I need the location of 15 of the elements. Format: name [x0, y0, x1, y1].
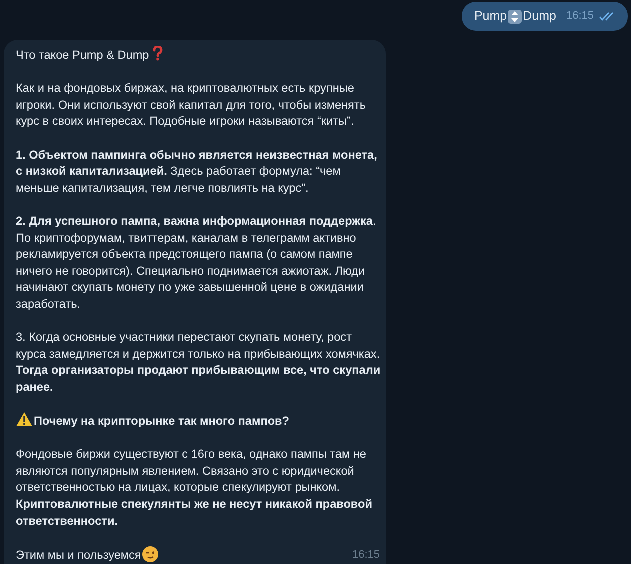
message-paragraph: 1. Объектом пампинга обычно является неизвестная монета, с низкой капитализацией. Здесь работает формула: “чем меньше капитализация, тем легче повлиять на курс”.	[16, 148, 378, 195]
message-text: Pump	[474, 8, 508, 26]
message-paragraph: 3. Когда основные участники перестают скупать монету, рост курса замедляется и держится только на прибывающих хомячках. Тогда организаторы продают прибывающим все, что скупали ранее.	[16, 330, 381, 394]
question-mark-icon	[153, 46, 164, 61]
message-paragraph: Почему на крипторынке так много пампов?	[34, 414, 290, 428]
winking-smiley-icon	[142, 546, 160, 563]
message-paragraph: Фондовые биржи существуют с 16го века, однако пампы там не являются популярным явлением. Связано это с юридической ответственностью на лицах, которые спекулируют рынком. Криптовалютные спекулянты же не несут никакой правовой ответственности.	[16, 447, 372, 528]
message-time: 16:15	[352, 548, 380, 563]
message-paragraph: Что такое Pump & Dump	[16, 48, 150, 62]
warning-icon	[16, 412, 33, 428]
message-time: 16:15	[566, 9, 594, 24]
message-paragraph: Как и на фондовых биржах, на криптовалютных есть крупные игроки. Они используют свой капитал для того, чтобы изменять курс в своих интересах. Подобные игроки называются “киты”.	[16, 81, 366, 128]
message-paragraph: 2. Для успешного пампа, важна информационная поддержка. По криптофорумам, твиттерам, каналам в телеграмм активно рекламируется объекта предстоящего пампа (о самом пампе ничего не говорится). Специально поднимается ажиотаж. Люди начинают скупать монету по уже завышенной цене в ожидании заработать.	[16, 214, 376, 311]
message-paragraph: Этим мы и пользуемся	[16, 548, 142, 562]
message-text: Dump	[523, 8, 556, 26]
